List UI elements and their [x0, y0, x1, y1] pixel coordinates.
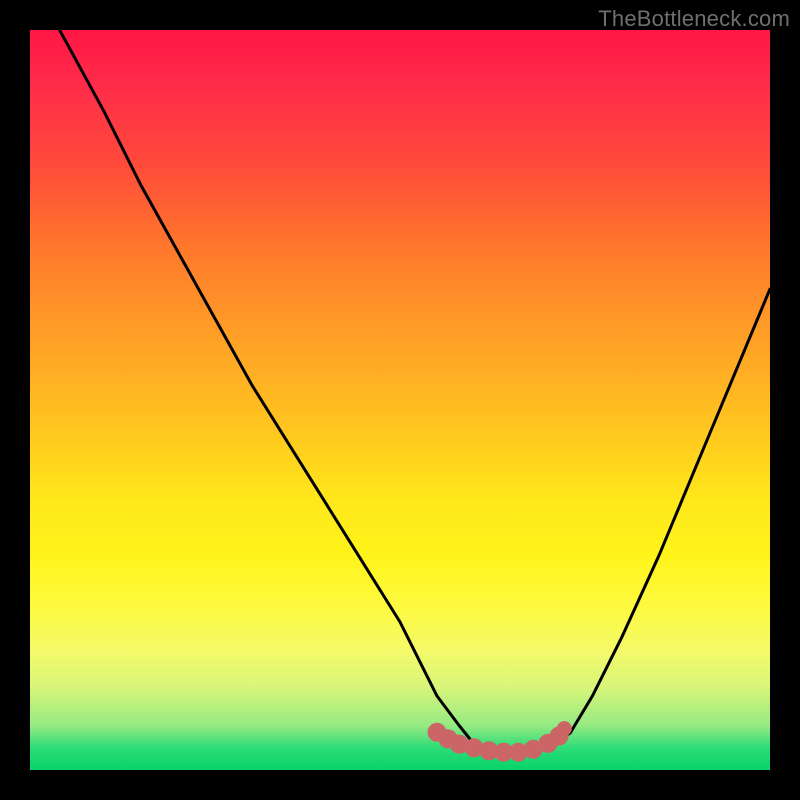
chart-frame: TheBottleneck.com [0, 0, 800, 800]
bottleneck-curve-svg [30, 30, 770, 770]
bottleneck-curve [60, 30, 770, 753]
watermark-text: TheBottleneck.com [598, 6, 790, 32]
plot-area [30, 30, 770, 770]
optimal-marker [428, 722, 571, 762]
